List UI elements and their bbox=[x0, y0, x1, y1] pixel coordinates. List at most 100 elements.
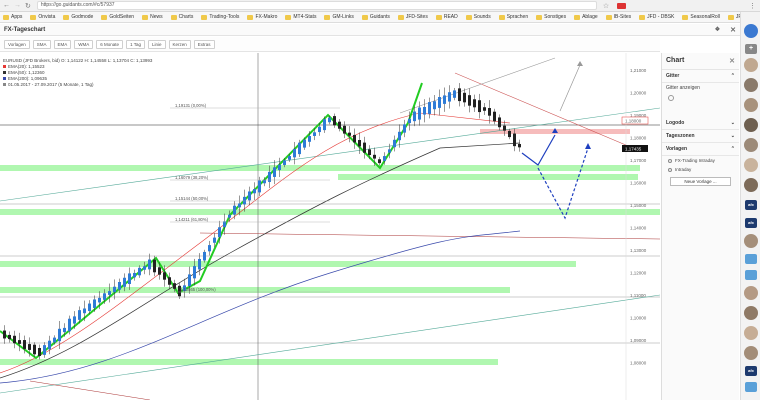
menu-icon[interactable]: ⋮ bbox=[749, 2, 756, 10]
candlestick bbox=[418, 107, 421, 120]
fib-level-label: 1,19131 (0,00%) bbox=[175, 103, 207, 108]
toolbar-button[interactable]: Vorlagen bbox=[4, 39, 30, 49]
bookmark-item[interactable]: FX-Makro bbox=[247, 14, 277, 20]
toolbar-button[interactable]: WMA bbox=[74, 39, 94, 49]
app-icon[interactable] bbox=[745, 382, 757, 392]
bookmark-item[interactable]: Apps bbox=[3, 14, 22, 20]
elliott-wave-line bbox=[0, 82, 423, 360]
url-input[interactable]: https://go.guidants.com/#c/57937 bbox=[36, 1, 597, 10]
candlestick bbox=[493, 111, 496, 122]
candlestick bbox=[388, 149, 391, 153]
toolbar-button[interactable]: Kerzen bbox=[168, 39, 191, 49]
toolbar-button[interactable]: 6 Monate bbox=[96, 39, 124, 49]
legend-line: 01.05.2017 - 27.09.2017 (5 Monate, 1 Tag… bbox=[3, 82, 152, 88]
app-icon[interactable] bbox=[745, 254, 757, 264]
toolbar-button[interactable]: Linie bbox=[148, 39, 166, 49]
avatar[interactable] bbox=[744, 78, 758, 92]
avatar[interactable] bbox=[744, 286, 758, 300]
right-sidebar: + afx afx afx bbox=[740, 12, 760, 400]
folder-icon bbox=[63, 14, 70, 20]
close-icon[interactable]: ✕ bbox=[730, 26, 736, 34]
refresh-icon[interactable]: ↻ bbox=[25, 2, 31, 10]
bookmark-item[interactable]: SeasonalRoll bbox=[682, 14, 720, 20]
app-icon[interactable] bbox=[745, 270, 757, 280]
chart-area[interactable]: 1,19131 (0,00%) 1,16079 (38,20%) 1,15144 (… bbox=[0, 53, 660, 400]
candlestick bbox=[138, 267, 141, 276]
candlestick bbox=[463, 92, 466, 103]
trend-line bbox=[454, 72, 641, 152]
apps-icon bbox=[3, 14, 9, 20]
bookmark-item[interactable]: GM-Links bbox=[324, 14, 354, 20]
avatar[interactable] bbox=[744, 178, 758, 192]
chart-canvas[interactable]: 1,19131 (0,00%) 1,16079 (38,20%) 1,15144 (… bbox=[0, 53, 660, 400]
candlestick bbox=[103, 293, 106, 300]
folder-icon bbox=[201, 14, 208, 20]
candlestick bbox=[13, 335, 16, 344]
toolbar-button[interactable]: 1 Tag bbox=[126, 39, 145, 49]
section-gitter[interactable]: Gitter ⌃ bbox=[662, 70, 739, 83]
avatar[interactable] bbox=[744, 24, 758, 38]
avatar[interactable] bbox=[744, 58, 758, 72]
close-panel-icon[interactable]: ✕ bbox=[729, 57, 735, 65]
section-vorlagen[interactable]: Vorlagen ⌃ bbox=[662, 143, 739, 156]
bookmark-item[interactable]: Sprachen bbox=[498, 14, 528, 20]
bookmark-item[interactable]: JFD-Sites bbox=[397, 14, 428, 20]
dpa-afx-icon[interactable]: afx bbox=[745, 200, 757, 210]
avatar[interactable] bbox=[744, 98, 758, 112]
bookmark-item[interactable]: IB-Sites bbox=[605, 14, 631, 20]
section-tageszonen[interactable]: Tageszonen ⌄ bbox=[662, 130, 739, 143]
gitter-toggle[interactable] bbox=[668, 95, 674, 101]
star-icon[interactable]: ☆ bbox=[603, 2, 609, 10]
section-logodo[interactable]: Logodo ⌄ bbox=[662, 117, 739, 130]
toolbar-button[interactable]: EMA bbox=[53, 39, 72, 49]
bookmark-item[interactable]: Sonstiges bbox=[536, 14, 566, 20]
back-icon[interactable]: ← bbox=[3, 2, 10, 9]
bookmark-item[interactable]: Onvista bbox=[30, 14, 55, 20]
candlestick bbox=[338, 121, 341, 129]
avatar[interactable] bbox=[744, 346, 758, 360]
extension-icon[interactable] bbox=[617, 2, 627, 9]
bookmark-item[interactable]: READ bbox=[435, 14, 458, 20]
candlestick bbox=[483, 107, 486, 111]
plus-icon[interactable]: + bbox=[745, 44, 757, 54]
bookmark-item[interactable]: Trading-Tools bbox=[201, 14, 239, 20]
bookmark-item[interactable]: Guidants bbox=[361, 14, 390, 20]
bookmark-item[interactable]: MT4-Stats bbox=[285, 14, 316, 20]
avatar[interactable] bbox=[744, 158, 758, 172]
bookmark-item[interactable]: Ablage bbox=[574, 14, 598, 20]
candlestick bbox=[303, 139, 306, 148]
candlestick bbox=[108, 291, 111, 295]
avatar[interactable] bbox=[744, 138, 758, 152]
avatar[interactable] bbox=[744, 306, 758, 320]
avatar[interactable] bbox=[744, 326, 758, 340]
dpa-afx-icon[interactable]: afx bbox=[745, 218, 757, 228]
bookmark-item[interactable]: Charts bbox=[170, 14, 193, 20]
toolbar-button[interactable]: SMA bbox=[32, 39, 51, 49]
folder-icon bbox=[397, 14, 404, 20]
template-radio-fx[interactable]: FX-Trading Intraday bbox=[662, 156, 739, 165]
bookmark-item[interactable]: JFD - DBSK bbox=[639, 14, 674, 20]
avatar[interactable] bbox=[744, 118, 758, 132]
bookmark-item[interactable]: News bbox=[142, 14, 163, 20]
folder-icon bbox=[324, 14, 331, 20]
forward-icon[interactable]: → bbox=[14, 2, 21, 9]
candlestick bbox=[478, 100, 481, 113]
pin-icon[interactable]: ❖ bbox=[715, 26, 720, 33]
candlestick bbox=[93, 299, 96, 308]
radio-icon bbox=[668, 158, 672, 163]
candlestick bbox=[73, 316, 76, 324]
bookmark-item[interactable]: Sounds bbox=[465, 14, 491, 20]
bookmark-item[interactable]: Godmode bbox=[63, 14, 93, 20]
panel-header: Chart ✕ bbox=[662, 53, 739, 70]
window-title-bar: FX-Tageschart ❖ ✕ bbox=[0, 24, 740, 36]
new-template-button[interactable]: Neue Vorlage ... bbox=[670, 177, 731, 186]
candlestick bbox=[498, 117, 501, 128]
template-radio-intraday[interactable]: Intraday bbox=[662, 165, 739, 174]
toolbar-button[interactable]: Extras bbox=[193, 39, 215, 49]
candlestick bbox=[148, 259, 151, 270]
avatar[interactable] bbox=[744, 234, 758, 248]
legend-swatch bbox=[3, 65, 6, 68]
candlestick bbox=[18, 340, 21, 344]
bookmark-item[interactable]: GoldSeiten bbox=[101, 14, 134, 20]
dpa-afx-icon[interactable]: afx bbox=[745, 366, 757, 376]
